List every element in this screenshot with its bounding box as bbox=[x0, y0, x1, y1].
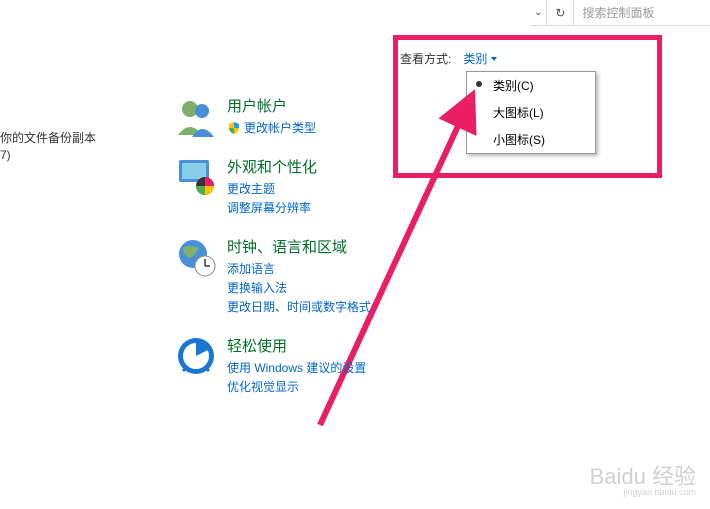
category-appearance: 外观和个性化 更改主题 调整屏幕分辨率 bbox=[175, 156, 575, 218]
category-title: 外观和个性化 bbox=[227, 156, 575, 177]
clock-region-icon bbox=[175, 236, 217, 278]
dropdown-triangle-icon bbox=[491, 57, 497, 61]
link-text: 更改帐户类型 bbox=[244, 119, 316, 136]
dropdown-item-label: 类别(C) bbox=[493, 79, 534, 93]
link-text: 优化视觉显示 bbox=[227, 378, 299, 395]
link-optimize-visual[interactable]: 优化视觉显示 bbox=[227, 378, 575, 395]
view-mode-current: 类别 bbox=[463, 50, 487, 67]
refresh-icon[interactable]: ↻ bbox=[546, 0, 574, 25]
category-list: 用户帐户 更改帐户类型 外观和个性化 更改主题 调整屏幕分辨率 时钟、语言和区域… bbox=[175, 95, 575, 415]
watermark: Baidu 经验 jingyan.baidu.com bbox=[590, 466, 696, 497]
link-windows-suggestions[interactable]: 使用 Windows 建议的设置 bbox=[227, 359, 575, 376]
view-mode-selector[interactable]: 类别 bbox=[457, 48, 503, 69]
link-text: 使用 Windows 建议的设置 bbox=[227, 359, 366, 376]
watermark-brand: Baidu 经验 bbox=[590, 466, 696, 488]
selected-bullet-icon bbox=[476, 81, 482, 87]
link-text: 更改主题 bbox=[227, 180, 275, 197]
nav-dropdown-icon[interactable]: ⌄ bbox=[530, 7, 546, 18]
view-mode-label: 查看方式: bbox=[400, 50, 451, 67]
link-text: 添加语言 bbox=[227, 260, 275, 277]
category-clock-language: 时钟、语言和区域 添加语言 更换输入法 更改日期、时间或数字格式 bbox=[175, 236, 575, 317]
category-ease-of-access: 轻松使用 使用 Windows 建议的设置 优化视觉显示 bbox=[175, 335, 575, 397]
partial-line-2: 7) bbox=[0, 147, 96, 164]
category-title: 用户帐户 bbox=[227, 95, 575, 116]
link-add-language[interactable]: 添加语言 bbox=[227, 260, 575, 277]
link-change-account-type[interactable]: 更改帐户类型 bbox=[227, 119, 575, 136]
category-title: 时钟、语言和区域 bbox=[227, 236, 575, 257]
link-change-date-format[interactable]: 更改日期、时间或数字格式 bbox=[227, 298, 575, 315]
link-change-theme[interactable]: 更改主题 bbox=[227, 180, 575, 197]
category-title: 轻松使用 bbox=[227, 335, 575, 356]
uac-shield-icon bbox=[227, 121, 241, 135]
link-text: 更改日期、时间或数字格式 bbox=[227, 298, 371, 315]
ease-of-access-icon bbox=[175, 335, 217, 377]
user-accounts-icon bbox=[175, 95, 217, 137]
link-text: 更换输入法 bbox=[227, 279, 287, 296]
view-mode-bar: 查看方式: 类别 bbox=[400, 48, 503, 69]
partial-line-1: 你的文件备份副本 bbox=[0, 130, 96, 147]
left-partial-text: 你的文件备份副本 7) bbox=[0, 130, 96, 164]
watermark-url: jingyan.baidu.com bbox=[590, 488, 696, 497]
link-change-ime[interactable]: 更换输入法 bbox=[227, 279, 575, 296]
address-search-bar: ⌄ ↻ 搜索控制面板 bbox=[530, 0, 710, 26]
search-input[interactable]: 搜索控制面板 bbox=[574, 4, 710, 21]
link-text: 调整屏幕分辨率 bbox=[227, 199, 311, 216]
appearance-icon bbox=[175, 156, 217, 198]
category-user-accounts: 用户帐户 更改帐户类型 bbox=[175, 95, 575, 138]
link-screen-resolution[interactable]: 调整屏幕分辨率 bbox=[227, 199, 575, 216]
